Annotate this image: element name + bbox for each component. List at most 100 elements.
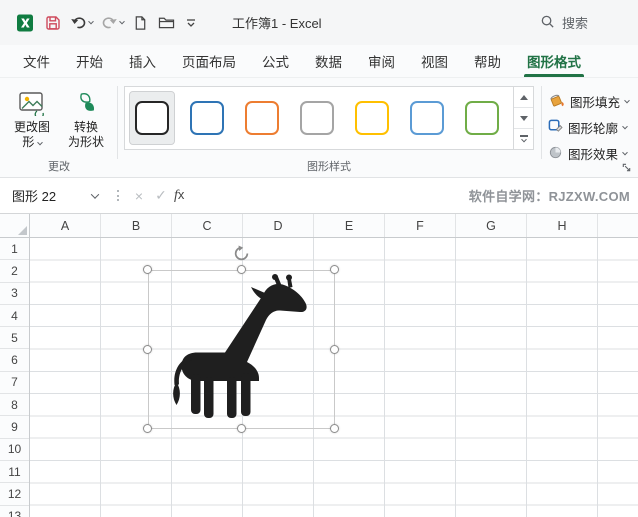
shape-outline-dropdown-icon[interactable] — [622, 123, 628, 129]
row-header[interactable]: 3 — [0, 283, 29, 305]
tab-shape-format[interactable]: 图形格式 — [514, 45, 594, 77]
insert-function-icon[interactable]: fx — [174, 187, 184, 204]
row-headers: 1 2 3 4 5 6 7 8 9 10 11 12 13 — [0, 238, 30, 517]
tab-help[interactable]: 帮助 — [461, 45, 514, 77]
column-header-partial[interactable] — [598, 214, 638, 237]
tab-formulas[interactable]: 公式 — [249, 45, 302, 77]
row-header[interactable]: 4 — [0, 305, 29, 328]
column-header[interactable]: E — [314, 214, 385, 237]
selection-handle-middle-right[interactable] — [330, 345, 339, 354]
formula-bar-splitter[interactable] — [117, 190, 119, 201]
change-shape-button[interactable]: 更改图 形 — [6, 84, 58, 164]
selection-handle-bottom-right[interactable] — [330, 424, 339, 433]
selection-handle-bottom-left[interactable] — [143, 424, 152, 433]
shape-fill-button[interactable]: 图形填充 — [548, 90, 630, 113]
group-label-change: 更改 — [48, 161, 70, 173]
tab-insert[interactable]: 插入 — [116, 45, 169, 77]
gallery-more-button[interactable] — [514, 128, 533, 149]
ribbon-tab-row: 文件 开始 插入 页面布局 公式 数据 审阅 视图 帮助 图形格式 — [0, 45, 638, 77]
row-header[interactable]: 13 — [0, 506, 29, 517]
tab-home[interactable]: 开始 — [63, 45, 116, 77]
row-header[interactable]: 8 — [0, 394, 29, 417]
customize-toolbar-icon[interactable] — [185, 17, 197, 29]
watermark-text: 软件自学网：RJZXW.COM — [468, 189, 630, 204]
tab-view[interactable]: 视图 — [408, 45, 461, 77]
shape-effects-button[interactable]: 图形效果 — [548, 142, 628, 165]
row-header[interactable]: 10 — [0, 439, 29, 461]
tab-page-layout[interactable]: 页面布局 — [169, 45, 249, 77]
row-header[interactable]: 2 — [0, 260, 29, 283]
selection-handle-bottom-middle[interactable] — [237, 424, 246, 433]
column-header[interactable]: B — [101, 214, 172, 237]
row-header[interactable]: 7 — [0, 372, 29, 395]
group-separator — [117, 86, 118, 159]
gallery-scroll-down-button[interactable] — [514, 107, 533, 128]
column-header[interactable]: F — [385, 214, 456, 237]
convert-to-shape-label: 转换 为形状 — [67, 120, 104, 149]
workbook-title: 工作簿1 - Excel — [232, 16, 322, 31]
search-box[interactable]: 搜索 — [540, 13, 628, 32]
shape-fill-dropdown-icon[interactable] — [624, 97, 630, 103]
undo-control[interactable] — [70, 15, 94, 30]
search-icon — [540, 14, 555, 32]
shape-style-swatch[interactable] — [350, 92, 394, 144]
row-header[interactable]: 11 — [0, 461, 29, 484]
row-header[interactable]: 1 — [0, 238, 29, 261]
rotate-handle-icon[interactable] — [233, 245, 250, 262]
shape-outline-button[interactable]: 图形轮廓 — [548, 116, 628, 139]
row-header[interactable]: 5 — [0, 327, 29, 350]
shape-style-swatch[interactable] — [295, 92, 339, 144]
tab-review[interactable]: 审阅 — [355, 45, 408, 77]
column-header[interactable]: G — [456, 214, 527, 237]
enter-icon[interactable]: ✓ — [150, 187, 172, 204]
row-header[interactable]: 12 — [0, 483, 29, 506]
dialog-launcher-icon[interactable] — [619, 160, 633, 174]
column-header[interactable]: D — [243, 214, 314, 237]
row-header[interactable]: 9 — [0, 416, 29, 439]
shape-styles-gallery — [124, 86, 514, 150]
save-icon[interactable] — [45, 15, 61, 31]
tab-data[interactable]: 数据 — [302, 45, 355, 77]
search-label: 搜索 — [561, 16, 588, 31]
selection-handle-top-left[interactable] — [143, 265, 152, 274]
undo-dropdown-icon[interactable] — [88, 18, 94, 24]
name-box[interactable]: 图形 22 — [0, 178, 108, 213]
effects-sphere-icon — [548, 145, 563, 163]
shape-style-swatch[interactable] — [240, 92, 284, 144]
selection-handle-top-middle[interactable] — [237, 265, 246, 274]
gallery-scroll-up-button[interactable] — [514, 87, 533, 107]
excel-window: 工作簿1 - Excel 搜索 文件 开始 插入 页面布局 公式 数据 审阅 视… — [0, 0, 638, 517]
pencil-outline-icon — [548, 119, 563, 137]
change-shape-dropdown-icon[interactable] — [36, 139, 43, 146]
change-shape-label: 更改图 形 — [13, 120, 50, 149]
column-headers: A B C D E F G H — [30, 214, 638, 238]
cancel-icon[interactable]: × — [128, 188, 150, 204]
shape-style-swatch[interactable] — [405, 92, 449, 144]
open-folder-icon[interactable] — [158, 15, 175, 30]
selection-handle-middle-left[interactable] — [143, 345, 152, 354]
ribbon: 更改图 形 转换 为形状 更改 图形样式 图形填充 图形轮廓 图形效果 — [0, 77, 638, 178]
column-header[interactable]: C — [172, 214, 243, 237]
redo-dropdown-icon[interactable] — [119, 18, 125, 24]
row-header[interactable]: 6 — [0, 349, 29, 372]
column-header[interactable]: A — [30, 214, 101, 237]
shape-style-swatch[interactable] — [129, 91, 175, 145]
gallery-scroll-controls — [514, 86, 534, 150]
change-shape-icon — [18, 84, 46, 116]
tab-file[interactable]: 文件 — [10, 45, 63, 77]
shape-style-swatch[interactable] — [185, 92, 229, 144]
selection-handle-top-right[interactable] — [330, 265, 339, 274]
convert-to-shape-button[interactable]: 转换 为形状 — [60, 84, 112, 164]
formula-input[interactable] — [184, 178, 468, 213]
column-header[interactable]: H — [527, 214, 598, 237]
formula-bar: 图形 22 × ✓ fx 软件自学网：RJZXW.COM — [0, 178, 638, 214]
name-box-dropdown-icon[interactable] — [90, 189, 100, 199]
select-all-corner[interactable] — [0, 214, 30, 238]
new-file-icon[interactable] — [133, 15, 148, 31]
convert-to-shape-icon — [73, 84, 99, 116]
shape-style-swatch[interactable] — [460, 92, 504, 144]
shape-selection-border — [148, 270, 335, 429]
redo-control[interactable] — [101, 15, 125, 30]
excel-logo-icon — [15, 13, 35, 33]
shape-effects-dropdown-icon[interactable] — [622, 149, 628, 155]
